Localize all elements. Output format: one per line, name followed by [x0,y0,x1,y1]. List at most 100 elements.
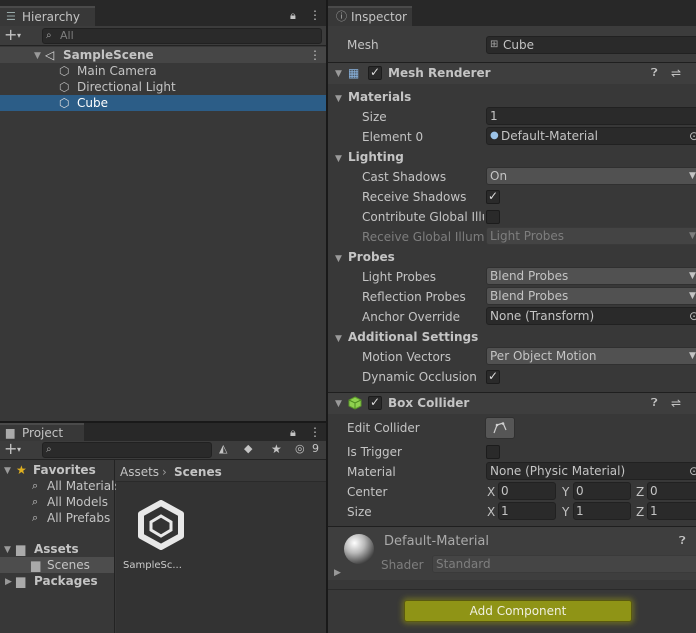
materials-size-field[interactable]: 1 [486,107,696,125]
collapse-arrow-icon[interactable]: ▼ [335,251,342,267]
box-collider-header[interactable]: ▼ Box Collider ❓︎ ⇌ [328,392,696,414]
list-item[interactable]: ⬡ Directional Light [0,79,326,95]
favorites-label[interactable]: Favorites [33,462,96,478]
materials-foldout[interactable]: Materials [348,89,411,105]
material-sphere-icon: ● [490,130,499,141]
list-item[interactable]: ⬡ Main Camera [0,63,326,79]
help-icon[interactable]: ❓︎ [651,395,658,411]
assets-folder[interactable]: Assets [34,541,79,557]
lighting-foldout[interactable]: Lighting [348,149,404,165]
expand-arrow-icon[interactable]: ▶ [5,574,12,590]
search-icon: ⌕ [46,444,52,455]
add-icon[interactable]: + [4,27,17,43]
cast-shadows-dropdown[interactable]: On ▼ [486,167,696,185]
motion-vectors-value: Per Object Motion [490,349,597,363]
anchor-override-field[interactable]: None (Transform) ⊙ [486,307,696,325]
mesh-renderer-enabled-checkbox[interactable] [368,65,382,80]
receive-gi-dropdown: Light Probes ▼ [486,227,696,245]
tab-inspector[interactable]: ⓘ Inspector [328,6,412,26]
add-dropdown-arrow-icon[interactable]: ▾ [17,442,21,458]
collapse-arrow-icon[interactable]: ▼ [335,396,342,412]
add-icon[interactable]: + [4,441,17,457]
packages-folder[interactable]: Packages [34,573,98,589]
filter-by-label-icon[interactable]: ◆ [244,441,252,457]
is-trigger-checkbox[interactable] [486,445,500,459]
mesh-label: Mesh [347,38,379,52]
more-options-icon[interactable]: ⋮ [309,7,321,23]
light-probes-dropdown[interactable]: Blend Probes ▼ [486,267,696,285]
lock-icon[interactable]: 🔒︎ [290,425,296,441]
search-icon: ⌕ [32,479,39,492]
shader-dropdown[interactable]: Standard [432,555,696,573]
additional-settings-foldout[interactable]: Additional Settings [348,329,478,345]
size-x-field[interactable]: 1 [498,502,556,520]
object-picker-icon[interactable]: ⊙ [689,463,696,479]
center-y-field[interactable]: 0 [573,482,631,500]
edit-collider-button[interactable] [485,417,515,439]
material-preview-section[interactable]: ▶ Default-Material ❓︎ Shader Standard [328,526,696,580]
scene-row[interactable]: ▼ ◁ SampleScene ⋮ [0,47,326,63]
asset-item-label: SampleSc... [123,560,182,571]
lock-icon[interactable]: 🔒︎ [290,8,296,24]
mesh-grid-icon: ⊞ [490,39,499,50]
inspector-tabbar: ⓘ Inspector [328,0,696,26]
center-z-label: Z [636,485,645,499]
center-z-field[interactable]: 0 [647,482,696,500]
element0-field[interactable]: ● Default-Material ⊙ [486,127,696,145]
collapse-arrow-icon[interactable]: ▼ [4,463,11,479]
help-icon[interactable]: ❓︎ [651,65,658,81]
breadcrumb-scenes[interactable]: Scenes [174,464,222,480]
settings-sliders-icon[interactable]: ⇌ [671,395,681,411]
center-y-label: Y [562,485,570,499]
center-x-field[interactable]: 0 [498,482,556,500]
probes-foldout[interactable]: Probes [348,249,395,265]
asset-item[interactable]: SampleSc... [123,494,196,584]
favorite-star-icon[interactable]: ★ [271,441,282,457]
mesh-renderer-header[interactable]: ▼ ▦ Mesh Renderer ❓︎ ⇌ [328,62,696,84]
filter-by-type-icon[interactable]: ◭ [219,441,227,457]
hierarchy-search-input[interactable]: ⌕ All [42,28,322,44]
motion-vectors-dropdown[interactable]: Per Object Motion ▼ [486,347,696,365]
collapse-arrow-icon[interactable]: ▼ [335,66,342,82]
tab-hierarchy[interactable]: ☰ Hierarchy [0,6,95,26]
reflection-probes-dropdown[interactable]: Blend Probes ▼ [486,287,696,305]
more-options-icon[interactable]: ⋮ [309,424,321,440]
add-dropdown-arrow-icon[interactable]: ▾ [17,28,21,44]
expand-arrow-icon[interactable]: ▶ [334,565,341,581]
reflection-probes-value: Blend Probes [490,289,569,303]
project-search-input[interactable]: ⌕ [42,442,212,458]
size-y-field[interactable]: 1 [573,502,631,520]
object-picker-icon[interactable]: ⊙ [689,128,696,144]
collider-material-field[interactable]: None (Physic Material) ⊙ [486,462,696,480]
search-icon: ⌕ [32,495,39,508]
contribute-gi-checkbox[interactable] [486,210,500,224]
add-component-button[interactable]: Add Component [404,600,632,622]
favorite-item[interactable]: All Materials [47,478,121,494]
favorite-item[interactable]: All Prefabs [47,510,110,526]
dynamic-occlusion-checkbox[interactable] [486,369,500,384]
collapse-arrow-icon[interactable]: ▼ [34,48,41,64]
project-tabbar: ▆ Project 🔒︎ ⋮ [0,423,326,441]
collapse-arrow-icon[interactable]: ▼ [335,91,342,107]
collapse-arrow-icon[interactable]: ▼ [335,331,342,347]
center-y-value: 0 [576,484,584,498]
collapse-arrow-icon[interactable]: ▼ [335,151,342,167]
scenes-folder-row[interactable]: ▆ Scenes [0,557,114,573]
scene-more-icon[interactable]: ⋮ [309,47,321,63]
mesh-field[interactable]: ⊞ Cube [486,36,696,54]
object-picker-icon[interactable]: ⊙ [689,308,696,324]
settings-sliders-icon[interactable]: ⇌ [671,65,681,81]
size-z-field[interactable]: 1 [647,502,696,520]
folder-icon: ▆ [31,558,41,572]
box-collider-enabled-checkbox[interactable] [368,395,382,410]
collapse-arrow-icon[interactable]: ▼ [4,542,11,558]
hidden-eye-icon[interactable]: ◎ [295,441,305,457]
breadcrumb-assets[interactable]: Assets [120,464,159,480]
mesh-value: Cube [503,38,534,52]
gameobject-cube-icon: ⬡ [59,64,70,78]
receive-shadows-checkbox[interactable] [486,189,500,204]
favorite-item[interactable]: All Models [47,494,108,510]
list-item-selected[interactable]: ⬡ Cube [0,95,326,111]
size-x-value: 1 [501,504,509,518]
help-icon[interactable]: ❓︎ [679,533,686,549]
